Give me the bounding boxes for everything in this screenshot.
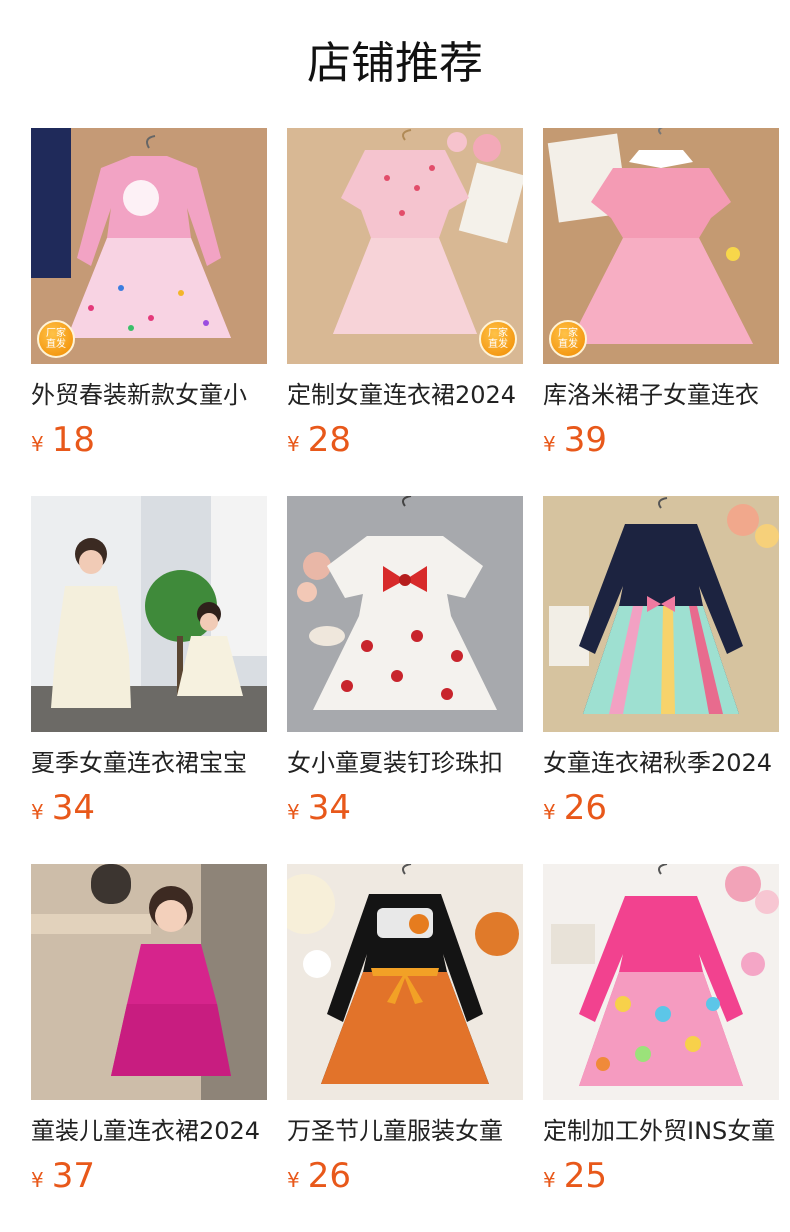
price-value: 39 [563, 420, 607, 460]
product-price: ¥37 [31, 1156, 267, 1202]
factory-direct-badge: 厂家 直发 [37, 320, 75, 358]
currency-symbol: ¥ [543, 1168, 556, 1192]
product-name[interactable]: 女小童夏装钉珍珠扣 [287, 748, 523, 778]
product-image[interactable]: 厂家 直发 [287, 128, 523, 364]
price-value: 18 [51, 420, 95, 460]
product-name[interactable]: 外贸春装新款女童小 [31, 380, 267, 410]
page-title: 店铺推荐 [307, 38, 483, 89]
price-value: 37 [51, 1156, 95, 1196]
badge-line2: 直发 [46, 339, 66, 350]
badge-line1: 厂家 [46, 328, 66, 339]
factory-direct-badge: 厂家 直发 [479, 320, 517, 358]
product-price: ¥34 [31, 788, 267, 834]
price-value: 26 [563, 788, 607, 828]
currency-symbol: ¥ [543, 800, 556, 824]
product-card[interactable]: 女童连衣裙秋季2024 ¥26 [543, 496, 779, 864]
product-grid: 厂家 直发 外贸春装新款女童小 ¥18 厂家 直发 定制女童连衣裙2024 ¥ … [31, 128, 779, 1232]
product-card[interactable]: 童装儿童连衣裙2024 ¥37 [31, 864, 267, 1232]
product-card[interactable]: 夏季女童连衣裙宝宝 ¥34 [31, 496, 267, 864]
product-card[interactable]: 厂家 直发 定制女童连衣裙2024 ¥28 [287, 128, 523, 496]
price-value: 28 [307, 420, 351, 460]
product-image[interactable] [543, 864, 779, 1100]
factory-direct-badge: 厂家 直发 [549, 320, 587, 358]
price-value: 34 [307, 788, 351, 828]
price-value: 26 [307, 1156, 351, 1196]
currency-symbol: ¥ [287, 1168, 300, 1192]
product-name[interactable]: 定制加工外贸INS女童 [543, 1116, 779, 1146]
product-name[interactable]: 童装儿童连衣裙2024 [31, 1116, 267, 1146]
product-card[interactable]: 定制加工外贸INS女童 ¥25 [543, 864, 779, 1232]
badge-line2: 直发 [488, 339, 508, 350]
price-value: 34 [51, 788, 95, 828]
product-name[interactable]: 定制女童连衣裙2024 [287, 380, 523, 410]
product-price: ¥39 [543, 420, 779, 466]
product-price: ¥18 [31, 420, 267, 466]
product-name[interactable]: 万圣节儿童服装女童 [287, 1116, 523, 1146]
badge-line2: 直发 [558, 339, 578, 350]
currency-symbol: ¥ [31, 432, 44, 456]
product-image[interactable]: 厂家 直发 [31, 128, 267, 364]
product-card[interactable]: 万圣节儿童服装女童 ¥26 [287, 864, 523, 1232]
product-image[interactable]: 厂家 直发 [543, 128, 779, 364]
product-name[interactable]: 女童连衣裙秋季2024 [543, 748, 779, 778]
currency-symbol: ¥ [287, 800, 300, 824]
badge-line1: 厂家 [558, 328, 578, 339]
product-image[interactable] [31, 864, 267, 1100]
product-image[interactable] [287, 864, 523, 1100]
currency-symbol: ¥ [287, 432, 300, 456]
price-value: 25 [563, 1156, 607, 1196]
currency-symbol: ¥ [31, 800, 44, 824]
product-card[interactable]: 女小童夏装钉珍珠扣 ¥34 [287, 496, 523, 864]
product-image[interactable] [287, 496, 523, 732]
product-card[interactable]: 厂家 直发 库洛米裙子女童连衣 ¥39 [543, 128, 779, 496]
product-price: ¥34 [287, 788, 523, 834]
badge-line1: 厂家 [488, 328, 508, 339]
currency-symbol: ¥ [543, 432, 556, 456]
product-image[interactable] [31, 496, 267, 732]
product-price: ¥25 [543, 1156, 779, 1202]
product-name[interactable]: 库洛米裙子女童连衣 [543, 380, 779, 410]
product-card[interactable]: 厂家 直发 外贸春装新款女童小 ¥18 [31, 128, 267, 496]
currency-symbol: ¥ [31, 1168, 44, 1192]
product-price: ¥28 [287, 420, 523, 466]
product-name[interactable]: 夏季女童连衣裙宝宝 [31, 748, 267, 778]
product-price: ¥26 [543, 788, 779, 834]
product-price: ¥26 [287, 1156, 523, 1202]
product-image[interactable] [543, 496, 779, 732]
